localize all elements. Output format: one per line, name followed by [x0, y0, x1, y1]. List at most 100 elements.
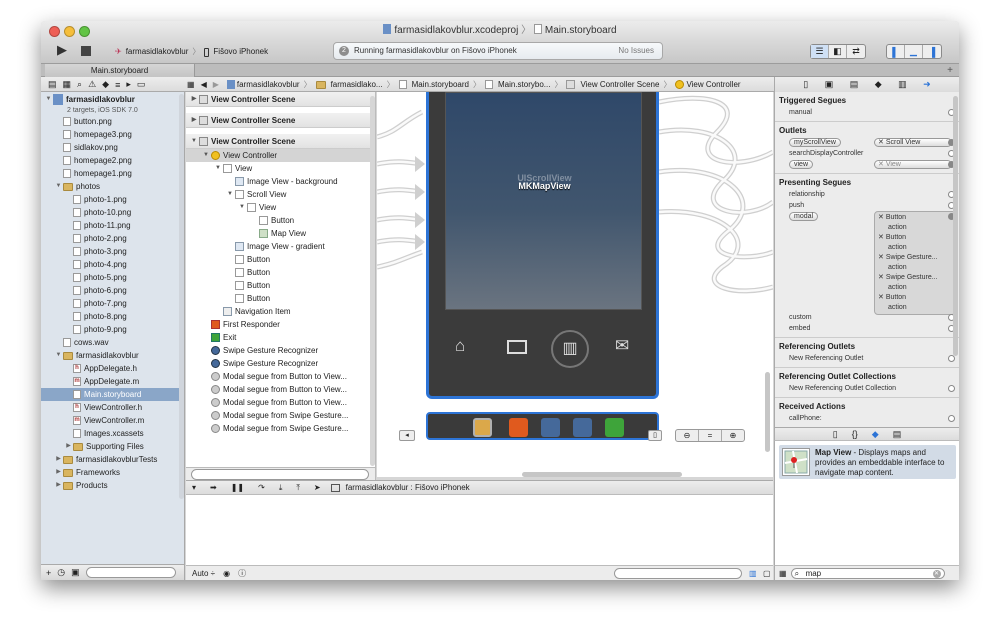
navigator-file-row[interactable]: photo-9.png — [41, 323, 184, 336]
disclosure-closed-icon[interactable]: ▶ — [189, 93, 199, 106]
navigator-file-row[interactable]: h ViewController.h — [41, 401, 184, 414]
assistant-editor-icon[interactable]: ◧ — [829, 45, 847, 58]
navigator-file-row[interactable]: h AppDelegate.h — [41, 362, 184, 375]
version-editor-icon[interactable]: ⇄ — [847, 45, 865, 58]
tab-main-storyboard[interactable]: Main.storyboard — [45, 64, 195, 77]
connection-circle[interactable] — [948, 355, 955, 362]
back-arrow-icon[interactable]: ◀ — [201, 80, 207, 89]
recent-files-icon[interactable]: ◷ — [57, 567, 65, 578]
connection-circle[interactable] — [948, 385, 955, 392]
hide-debug-icon[interactable]: ▾ — [192, 483, 196, 492]
navigator-file-row[interactable]: photo-7.png — [41, 297, 184, 310]
scheme-selector[interactable]: ✈ farmasidlakovblur 〉 Fišovo iPhonek — [115, 45, 268, 59]
connection-action-label[interactable]: action — [878, 263, 952, 273]
disconnect-x-icon[interactable]: ✕ — [878, 234, 886, 241]
outline-item-row[interactable]: Modal segue from Button to View... — [186, 383, 375, 396]
outlet-target[interactable]: ✕ Scroll View — [874, 138, 952, 147]
connection-row[interactable]: relationship — [779, 189, 955, 200]
home-icon[interactable]: ⌂ — [455, 336, 465, 356]
disclosure-closed-icon[interactable]: ▶ — [189, 114, 199, 127]
library-item-map-view[interactable]: Map View - Displays maps and provides an… — [779, 445, 956, 479]
navigator-file-row[interactable]: homepage3.png — [41, 128, 184, 141]
breadcrumb-project[interactable]: farmasidlakovblur — [226, 80, 300, 89]
outline-item-row[interactable]: Swipe Gesture Recognizer — [186, 357, 375, 370]
standard-editor-icon[interactable]: ☰ — [811, 45, 829, 58]
swipe-gesture-dock-icon[interactable] — [573, 418, 592, 437]
disclosure-open-icon[interactable]: ▼ — [54, 349, 63, 362]
disconnect-x-icon[interactable]: ✕ — [878, 274, 886, 281]
close-window-button[interactable] — [49, 26, 60, 37]
add-tab-button[interactable]: + — [947, 64, 953, 77]
navigator-file-row[interactable]: button.png — [41, 115, 184, 128]
step-out-icon[interactable]: ⤒ — [296, 483, 300, 493]
navigator-filter-input[interactable] — [85, 567, 176, 578]
navigator-file-row[interactable]: photo-8.png — [41, 310, 184, 323]
view-controller-dock-icon[interactable] — [473, 418, 492, 437]
outline-item-row[interactable]: Exit — [186, 331, 375, 344]
connection-row[interactable]: searchDisplayController — [779, 148, 955, 159]
object-library-icon[interactable]: ◆ — [872, 429, 879, 440]
connection-row[interactable]: embed — [779, 323, 955, 334]
outline-item-row[interactable]: Modal segue from Swipe Gesture... — [186, 409, 375, 422]
stop-button[interactable] — [81, 46, 91, 56]
connection-row[interactable]: callPhone: — [779, 413, 955, 424]
mail-icon[interactable]: ✉ — [615, 336, 629, 356]
step-over-icon[interactable]: ↷ — [258, 483, 265, 492]
disconnect-x-icon[interactable]: ✕ — [878, 254, 886, 261]
disclosure-open-icon[interactable]: ▼ — [189, 135, 199, 148]
connection-row[interactable]: New Referencing Outlet Collection — [779, 383, 955, 394]
outline-item-row[interactable]: Button — [186, 279, 375, 292]
breadcrumb-storyboard-base[interactable]: Main.storybo... — [484, 80, 550, 89]
console-view-icon[interactable]: ▢ — [763, 569, 771, 578]
navigator-file-row[interactable]: homepage2.png — [41, 154, 184, 167]
outline-item-row[interactable]: ▼ View — [186, 162, 375, 175]
connection-row[interactable]: push — [779, 200, 955, 211]
navigator-group-row[interactable]: ▼ farmasidlakovblur — [41, 349, 184, 362]
navigator-group-row[interactable]: ▶ Supporting Files — [41, 440, 184, 453]
add-file-button[interactable]: + — [46, 568, 51, 578]
connection-row-modal[interactable]: modal ✕ Button action ✕ Button action ✕ Swip… — [779, 211, 956, 315]
navigator-group-row[interactable]: ▶ farmasidlakovblurTests — [41, 453, 184, 466]
toggle-navigator-icon[interactable]: ▌ — [887, 45, 905, 58]
media-library-icon[interactable]: ▤ — [893, 429, 902, 440]
pause-icon[interactable]: ❚❚ — [231, 483, 244, 492]
toggle-utilities-icon[interactable]: ▐ — [923, 45, 941, 58]
outline-item-row[interactable]: Button — [186, 266, 375, 279]
canvas-vertical-scrollbar[interactable] — [765, 372, 770, 452]
navigator-file-row[interactable]: m AppDelegate.m — [41, 375, 184, 388]
disclosure-closed-icon[interactable]: ▶ — [54, 479, 63, 492]
disconnect-x-icon[interactable]: ✕ — [878, 294, 886, 301]
navigator-group-row[interactable]: ▶ Products — [41, 479, 184, 492]
connection-row[interactable]: custom — [779, 312, 955, 323]
navigator-group-row[interactable]: ▶ Frameworks — [41, 466, 184, 479]
log-navigator-icon[interactable]: ▭ — [137, 79, 146, 90]
clear-search-icon[interactable]: ✕ — [932, 569, 941, 578]
connection-row[interactable]: myScrollView ✕ Scroll View — [779, 137, 955, 148]
navigator-file-row[interactable]: m ViewController.m — [41, 414, 184, 427]
outline-item-row[interactable]: Image View - gradient — [186, 240, 375, 253]
outline-scrollbar[interactable] — [370, 96, 375, 466]
disconnect-x-icon[interactable]: ✕ — [878, 214, 886, 221]
navigator-file-row[interactable]: photo-6.png — [41, 284, 184, 297]
symbol-navigator-icon[interactable]: ▦ — [63, 79, 72, 90]
connection-row[interactable]: New Referencing Outlet — [779, 353, 955, 364]
eye-icon[interactable]: ◉ — [223, 569, 230, 578]
grid-view-icon[interactable]: ▦ — [779, 569, 787, 578]
outline-item-row[interactable]: Modal segue from Swipe Gesture... — [186, 422, 375, 435]
windows-icon[interactable] — [507, 340, 527, 354]
navigator-file-row[interactable]: sidlakov.png — [41, 141, 184, 154]
navigator-file-row[interactable]: photo-5.png — [41, 271, 184, 284]
outline-item-row[interactable]: Map View — [186, 227, 375, 240]
disclosure-open-icon[interactable]: ▼ — [225, 188, 235, 201]
code-snippet-library-icon[interactable]: {} — [852, 429, 858, 439]
location-icon[interactable]: ➤ — [314, 483, 321, 492]
run-button[interactable]: ▶ — [57, 43, 67, 57]
connection-action-label[interactable]: action — [878, 223, 952, 233]
outline-scene-row[interactable]: ▼ View Controller Scene — [186, 134, 375, 149]
navigator-file-row[interactable]: Main.storyboard — [41, 388, 184, 401]
navigator-file-row[interactable]: Images.xcassets — [41, 427, 184, 440]
outline-item-row[interactable]: Navigation Item — [186, 305, 375, 318]
zoom-in-icon[interactable]: ⊕ — [722, 430, 744, 441]
disclosure-open-icon[interactable]: ▼ — [201, 149, 211, 162]
navigator-file-row[interactable]: photo-10.png — [41, 206, 184, 219]
